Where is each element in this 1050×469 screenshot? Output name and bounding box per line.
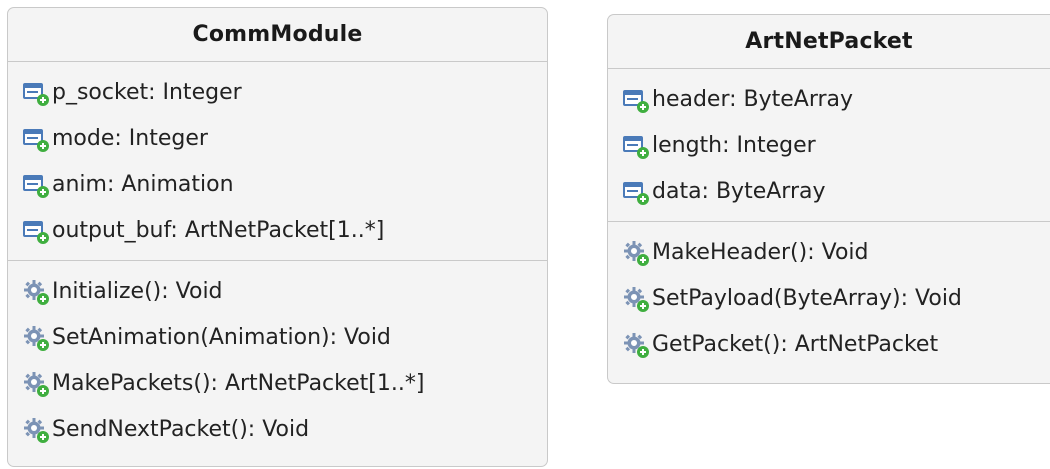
attribute-label: output_buf: ArtNetPacket[1..*] <box>52 218 385 243</box>
attribute-row[interactable]: header: ByteArray <box>608 77 1050 123</box>
operation-row[interactable]: GetPacket(): ArtNetPacket <box>608 322 1050 368</box>
attribute-icon <box>622 178 650 206</box>
operation-row[interactable]: SetPayload(ByteArray): Void <box>608 276 1050 322</box>
operation-label: SetPayload(ByteArray): Void <box>652 286 962 311</box>
operation-row[interactable]: SetAnimation(Animation): Void <box>8 315 547 361</box>
attribute-label: header: ByteArray <box>652 87 854 112</box>
attribute-row[interactable]: output_buf: ArtNetPacket[1..*] <box>8 208 547 254</box>
operation-label: Initialize(): Void <box>52 279 223 304</box>
attributes-section: header: ByteArray length: Integer data: … <box>608 69 1050 222</box>
class-name: CommModule <box>192 22 363 47</box>
operation-icon <box>22 370 50 398</box>
operation-icon <box>622 331 650 359</box>
operation-label: SendNextPacket(): Void <box>52 417 310 442</box>
operation-icon <box>622 285 650 313</box>
operation-row[interactable]: MakeHeader(): Void <box>608 230 1050 276</box>
operation-label: SetAnimation(Animation): Void <box>52 325 391 350</box>
class-header: CommModule <box>8 8 547 62</box>
operation-icon <box>22 416 50 444</box>
operation-label: MakeHeader(): Void <box>652 240 869 265</box>
attribute-row[interactable]: data: ByteArray <box>608 169 1050 215</box>
operations-section: MakeHeader(): Void SetPayload(ByteArray)… <box>608 222 1050 374</box>
operation-row[interactable]: Initialize(): Void <box>8 269 547 315</box>
uml-class-artnetpacket[interactable]: ArtNetPacket header: ByteArray length: I… <box>607 14 1050 384</box>
attribute-row[interactable]: anim: Animation <box>8 162 547 208</box>
attribute-label: data: ByteArray <box>652 179 826 204</box>
operation-row[interactable]: SendNextPacket(): Void <box>8 407 547 453</box>
operation-label: GetPacket(): ArtNetPacket <box>652 332 939 357</box>
attribute-label: p_socket: Integer <box>52 80 242 105</box>
attribute-icon <box>22 217 50 245</box>
operation-icon <box>22 324 50 352</box>
attribute-row[interactable]: p_socket: Integer <box>8 70 547 116</box>
uml-class-commmodule[interactable]: CommModule p_socket: Integer mode: Integ… <box>7 7 548 467</box>
attribute-icon <box>622 86 650 114</box>
attribute-icon <box>22 171 50 199</box>
attribute-label: length: Integer <box>652 133 816 158</box>
attributes-section: p_socket: Integer mode: Integer anim: An… <box>8 62 547 261</box>
class-header: ArtNetPacket <box>608 15 1050 69</box>
class-name: ArtNetPacket <box>745 29 913 54</box>
operation-icon <box>22 278 50 306</box>
attribute-label: anim: Animation <box>52 172 234 197</box>
attribute-icon <box>622 132 650 160</box>
operation-label: MakePackets(): ArtNetPacket[1..*] <box>52 371 425 396</box>
attribute-icon <box>22 79 50 107</box>
attribute-icon <box>22 125 50 153</box>
operation-icon <box>622 239 650 267</box>
attribute-label: mode: Integer <box>52 126 208 151</box>
operation-row[interactable]: MakePackets(): ArtNetPacket[1..*] <box>8 361 547 407</box>
attribute-row[interactable]: mode: Integer <box>8 116 547 162</box>
operations-section: Initialize(): Void SetAnimation(Animatio… <box>8 261 547 459</box>
attribute-row[interactable]: length: Integer <box>608 123 1050 169</box>
